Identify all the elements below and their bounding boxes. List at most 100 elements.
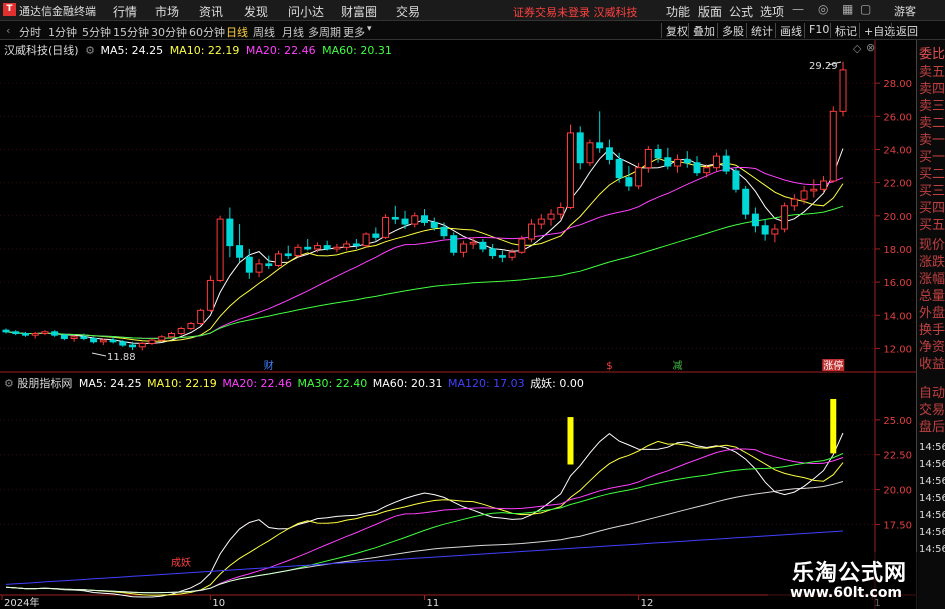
stats-button[interactable]: 统计: [746, 23, 773, 38]
expand-icon[interactable]: ‹: [6, 24, 10, 37]
period-tab-60min[interactable]: 60分钟: [189, 24, 225, 40]
stock-name[interactable]: 汉威科技(日线): [4, 44, 79, 57]
main-y-tick-label: 28.00: [883, 79, 912, 90]
low-price-label: 11.88: [107, 352, 136, 363]
quote-label-change-pct[interactable]: 涨幅: [919, 271, 945, 288]
sub-ma10-label: MA10: 22.19: [147, 377, 217, 390]
settings-gear-icon[interactable]: ⚙: [85, 44, 95, 57]
quote-label-auto[interactable]: 自动: [919, 385, 945, 402]
mark-button[interactable]: 标记: [830, 23, 857, 38]
quote-label-afterhours[interactable]: 盘后: [919, 419, 945, 436]
quote-label-bid4[interactable]: 买四: [919, 200, 945, 217]
signal-bar: [830, 398, 837, 454]
candle-body-up: [537, 218, 545, 225]
candle-body-down: [742, 188, 750, 215]
quote-label-ask4[interactable]: 卖四: [919, 81, 945, 98]
high-price-label: 29.29: [809, 61, 838, 72]
period-toolbar: ‹ 分时 1分钟 5分钟 15分钟 30分钟 60分钟 日线 周线 月线 多周期…: [0, 21, 945, 40]
candle-body-up: [294, 246, 302, 257]
quote-label-weibi[interactable]: 委比: [919, 46, 945, 63]
candle-body-down: [352, 243, 360, 247]
menu-functions[interactable]: 功能: [666, 3, 690, 20]
menu-quotes[interactable]: 行情: [113, 3, 137, 20]
quote-label-ask5[interactable]: 卖五: [919, 64, 945, 81]
quote-label-trade[interactable]: 交易: [919, 402, 945, 419]
menu-formula[interactable]: 公式: [729, 3, 753, 20]
ma60-label: MA60: 20.31: [322, 44, 392, 57]
quote-label-net-assets[interactable]: 净资: [919, 339, 945, 356]
indicator-name[interactable]: 股朋指标网: [17, 377, 72, 390]
period-tab-timeshare[interactable]: 分时: [19, 24, 41, 40]
sub-settings-gear-icon[interactable]: ⚙: [4, 377, 14, 390]
period-tab-1min[interactable]: 1分钟: [48, 24, 77, 40]
multi-stock-button[interactable]: 多股: [717, 23, 744, 38]
quote-label-bid2[interactable]: 买二: [919, 166, 945, 183]
candle-body-down: [51, 331, 59, 336]
sub-y-tick-label: 17.50: [883, 520, 912, 531]
candle-body-up: [839, 69, 847, 112]
sub-ma5-label: MA5: 24.25: [78, 377, 142, 390]
back-button[interactable]: 返回: [891, 23, 918, 38]
candle-body-up: [362, 233, 370, 247]
x-axis-label: 12: [641, 598, 654, 609]
login-notice[interactable]: 证券交易未登录 汉威科技: [513, 4, 638, 20]
main-y-tick-label: 20.00: [883, 212, 912, 223]
candle-body-up: [167, 333, 175, 338]
candle-body-up: [635, 167, 643, 187]
diamond-icon[interactable]: ◇: [853, 42, 861, 55]
restore-icon[interactable]: ▢: [860, 2, 871, 16]
quote-label-volume[interactable]: 总量: [919, 288, 945, 305]
chart-area[interactable]: 12.00 14.00 16.00 18.00 20.00 22.00 24.00 26.00…: [0, 40, 925, 609]
candle-body-down: [265, 263, 273, 267]
settings-icon[interactable]: ◎: [818, 2, 828, 16]
quote-label-ask2[interactable]: 卖二: [919, 115, 945, 132]
period-tab-more[interactable]: 更多: [343, 24, 365, 40]
menu-wealth[interactable]: 财富圈: [341, 3, 377, 20]
period-tab-daily[interactable]: 日线: [226, 24, 248, 40]
period-tab-30min[interactable]: 30分钟: [151, 24, 187, 40]
menu-layout[interactable]: 版面: [698, 3, 722, 20]
period-tab-monthly[interactable]: 月线: [282, 24, 304, 40]
candle-body-up: [411, 215, 419, 225]
tick-time: 14:56: [919, 442, 945, 453]
quote-label-turnover[interactable]: 换手: [919, 322, 945, 339]
candle-body-up: [518, 238, 526, 253]
overlay-button[interactable]: 叠加: [688, 23, 715, 38]
kline-chart[interactable]: 12.00 14.00 16.00 18.00 20.00 22.00 24.00 26.00…: [0, 40, 916, 609]
menu-ask[interactable]: 问小达: [288, 3, 324, 20]
period-tab-5min[interactable]: 5分钟: [82, 24, 111, 40]
quote-label-bid5[interactable]: 买五: [919, 217, 945, 234]
quote-label-earnings[interactable]: 收益: [919, 356, 945, 373]
period-tab-weekly[interactable]: 周线: [253, 24, 275, 40]
menu-news[interactable]: 资讯: [199, 3, 223, 20]
guest-label[interactable]: 游客: [894, 3, 916, 19]
period-tab-multi[interactable]: 多周期: [308, 24, 341, 40]
quote-label-ask1[interactable]: 卖一: [919, 132, 945, 149]
adjust-button[interactable]: 复权: [661, 23, 688, 38]
tick-time: 14:56: [919, 476, 945, 487]
f10-button[interactable]: F10: [804, 23, 829, 38]
quote-label-outer[interactable]: 外盘: [919, 305, 945, 322]
tick-time: 14:56: [919, 510, 945, 521]
menu-market[interactable]: 市场: [155, 3, 179, 20]
menu-discover[interactable]: 发现: [244, 3, 268, 20]
event-marker: $: [606, 361, 612, 372]
quote-label-ask3[interactable]: 卖三: [919, 98, 945, 115]
draw-button[interactable]: 画线: [775, 23, 802, 38]
quote-label-bid1[interactable]: 买一: [919, 149, 945, 166]
sub-ma60-label: MA60: 20.31: [372, 377, 443, 390]
more-dropdown-icon[interactable]: ▾: [367, 24, 372, 34]
menu-trade[interactable]: 交易: [396, 3, 420, 20]
quote-side-panel: 委比 卖五 卖四 卖三 卖二 卖一 买一 买二 买三 买四 买五 现价 涨跌 涨…: [916, 40, 945, 609]
add-watchlist-button[interactable]: +自选: [859, 23, 895, 38]
quote-label-bid3[interactable]: 买三: [919, 183, 945, 200]
grid-icon[interactable]: ▦: [842, 2, 853, 16]
quote-label-change[interactable]: 涨跌: [919, 254, 945, 271]
candle-body-down: [421, 215, 428, 223]
close-icon[interactable]: ⊗: [866, 41, 875, 54]
menu-options[interactable]: 选项: [760, 3, 784, 20]
quote-label-price[interactable]: 现价: [919, 237, 945, 254]
period-tab-15min[interactable]: 15分钟: [113, 24, 149, 40]
minimize-icon[interactable]: —: [792, 2, 804, 16]
candle-body-up: [508, 251, 516, 258]
